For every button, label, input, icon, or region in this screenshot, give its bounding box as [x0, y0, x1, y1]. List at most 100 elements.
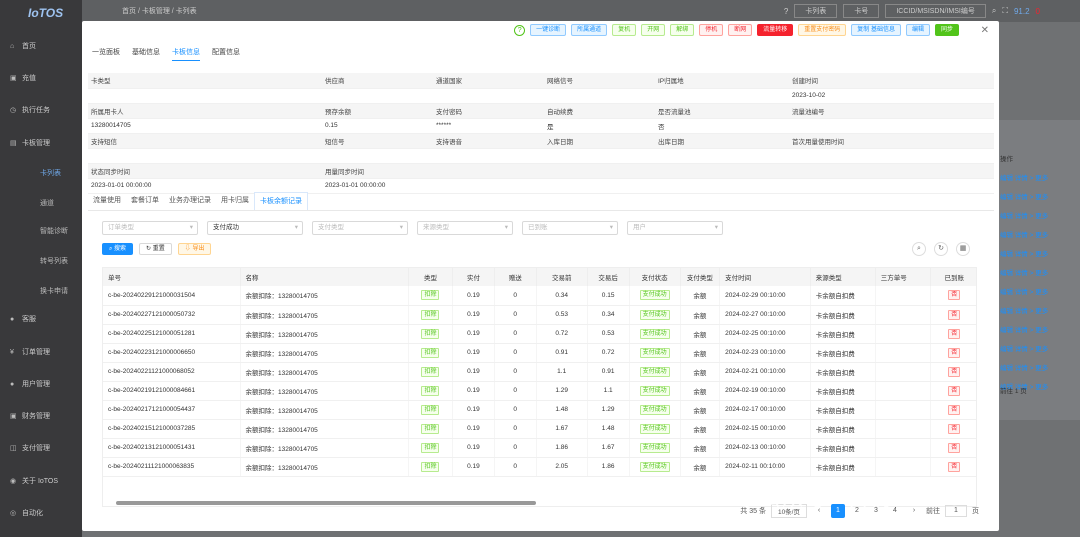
table-cell: 卡余额自扣费 — [810, 419, 876, 439]
action-button[interactable]: 流量转移 — [757, 24, 794, 36]
action-button[interactable]: 断网 — [728, 24, 753, 36]
row-action-links[interactable]: 编辑 详情 > 更多 — [1000, 191, 1080, 201]
table-cell: 余额扣除：13280014705 — [240, 343, 409, 363]
sidebar-subitem[interactable]: 转号列表 — [40, 256, 68, 266]
help-icon[interactable]: ? — [784, 7, 788, 16]
table-cell: 扣除 — [408, 438, 454, 458]
row-action-links[interactable]: 编辑 详情 > 更多 — [1000, 362, 1080, 372]
row-action-links[interactable]: 编辑 详情 > 更多 — [1000, 248, 1080, 258]
sidebar-item[interactable]: ◉ 关于 IoTOS — [0, 473, 82, 489]
table-cell: 余额扣除：13280014705 — [240, 286, 409, 306]
filter-select[interactable]: 已到账 — [522, 221, 618, 235]
filter-select[interactable]: 订单类型 — [102, 221, 198, 235]
action-button[interactable]: 停机 — [699, 24, 724, 36]
sidebar-subitem[interactable]: 换卡申请 — [40, 286, 68, 296]
table-cell: 否 — [930, 343, 976, 363]
sidebar-subitem[interactable]: 通道 — [40, 198, 54, 208]
help-circle-icon[interactable]: ? — [514, 24, 526, 36]
action-button[interactable]: 重置支付密码 — [798, 24, 847, 36]
filter-select[interactable]: 用户 — [627, 221, 723, 235]
action-button[interactable]: 开网 — [641, 24, 666, 36]
watermark-text: 公众号 · 开源IoTOS — [757, 485, 963, 511]
sidebar-item[interactable]: ⌂ 首页 — [0, 38, 82, 54]
refresh-icon[interactable]: ↻ — [934, 242, 948, 256]
info-label: 支付密码 — [433, 103, 544, 119]
sidebar-item[interactable]: ● 用户管理 — [0, 376, 82, 392]
search-toggle-icon[interactable]: ⌕ — [912, 242, 926, 256]
search-icon[interactable]: ⌕ — [992, 6, 996, 16]
action-button[interactable]: 所属通道 — [571, 24, 608, 36]
status-tag: 否 — [948, 347, 961, 358]
table-cell: 2024-02-25 00:10:00 — [719, 324, 811, 344]
export-button[interactable]: ⇩ 导出 — [177, 243, 212, 255]
row-action-links[interactable]: 编辑 详情 > 更多 — [1000, 305, 1080, 315]
sidebar-item[interactable]: ◎ 自动化 — [0, 505, 82, 521]
sidebar-item[interactable]: ● 客服 — [0, 311, 82, 327]
sidebar-item[interactable]: ▣ 财务管理 — [0, 408, 82, 424]
info-value: 13280014705 — [88, 118, 322, 134]
field-select[interactable]: 卡号 — [843, 4, 880, 18]
subtab[interactable]: 用卡归属 — [216, 192, 254, 210]
tab[interactable]: 基础信息 — [132, 47, 160, 61]
table-cell: 否 — [930, 419, 976, 439]
sidebar-item[interactable]: ◫ 支付管理 — [0, 440, 82, 456]
info-value — [88, 148, 322, 164]
tab[interactable]: 一览面板 — [92, 47, 120, 61]
row-action-links[interactable]: 编辑 详情 > 更多 — [1000, 229, 1080, 239]
bg-page[interactable]: 1 — [1015, 388, 1019, 395]
sidebar-item[interactable]: ◷ 执行任务 — [0, 102, 82, 118]
column-header: 交易前 — [536, 268, 588, 286]
reset-button[interactable]: ↻ 重置 — [139, 243, 172, 255]
table-cell: 余额 — [680, 419, 721, 439]
subtab[interactable]: 业务办理记录 — [164, 192, 216, 210]
sidebar-item[interactable]: ▣ 充值 — [0, 70, 82, 86]
row-action-links[interactable]: 编辑 详情 > 更多 — [1000, 343, 1080, 353]
action-button[interactable]: 一键诊断 — [530, 24, 567, 36]
score-value: 91.2 — [1013, 6, 1030, 16]
table-cell: 2024-02-19 00:10:00 — [719, 381, 811, 401]
sidebar-item[interactable]: ▤ 卡板管理 — [0, 135, 82, 151]
subtab[interactable]: 套餐订单 — [126, 192, 164, 210]
row-action-links[interactable]: 编辑 详情 > 更多 — [1000, 172, 1080, 182]
table-row: c-be-20240221121000068052 余额扣除：1328001470… — [103, 362, 976, 382]
sidebar-subitem[interactable]: 卡列表 — [40, 168, 61, 178]
columns-icon[interactable]: ▦ — [956, 242, 970, 256]
table-cell: 否 — [930, 438, 976, 458]
tab[interactable]: 配置信息 — [212, 47, 240, 61]
close-icon[interactable]: ✕ — [981, 25, 989, 36]
filter-select[interactable]: 来源类型 — [417, 221, 513, 235]
action-button[interactable]: 编辑 — [905, 24, 930, 36]
score-suffix: 0 — [1035, 6, 1040, 16]
table-cell: 1.48 — [536, 400, 588, 420]
action-button[interactable]: 复制 基础信息 — [851, 24, 901, 36]
action-button[interactable]: 复机 — [612, 24, 637, 36]
sidebar-subitem[interactable]: 智能诊断 — [40, 226, 68, 236]
reset-label: 重置 — [152, 246, 165, 252]
info-value — [544, 88, 655, 104]
column-header: 来源类型 — [810, 268, 876, 286]
search-button[interactable]: ⌕ 搜索 — [102, 243, 134, 255]
row-action-links[interactable]: 编辑 详情 > 更多 — [1000, 286, 1080, 296]
bg-goto-label: 前往 — [1000, 388, 1013, 395]
cart-icon: ▣ — [10, 75, 17, 82]
search-input[interactable]: ICCID/MSISDN/IMSI编号 — [885, 4, 986, 18]
scroll-thumb[interactable] — [116, 501, 536, 505]
filter-select[interactable]: 支付类型 — [312, 221, 408, 235]
row-action-links[interactable]: 编辑 详情 > 更多 — [1000, 267, 1080, 277]
row-action-links[interactable]: 编辑 详情 > 更多 — [1000, 210, 1080, 220]
tab[interactable]: 卡板信息 — [172, 47, 200, 61]
subtab[interactable]: 卡板余额记录 — [254, 192, 308, 210]
list-select[interactable]: 卡列表 — [794, 4, 838, 18]
action-button[interactable]: 解绑 — [670, 24, 695, 36]
row-action-links[interactable]: 编辑 详情 > 更多 — [1000, 324, 1080, 334]
sidebar-item[interactable]: ¥ 订单管理 — [0, 344, 82, 360]
table-cell: 2024-02-29 00:10:00 — [719, 286, 811, 306]
action-button[interactable]: 同步 — [934, 24, 959, 36]
fullscreen-icon[interactable]: ⛶ — [1002, 6, 1008, 16]
table-cell: 0.19 — [452, 419, 495, 439]
op-header: 操作 — [1000, 156, 1013, 163]
bg-page-unit: 页 — [1020, 388, 1027, 395]
table-cell: 扣除 — [408, 362, 454, 382]
subtab[interactable]: 流量使用 — [88, 192, 126, 210]
filter-select[interactable]: 支付成功 — [207, 221, 303, 235]
